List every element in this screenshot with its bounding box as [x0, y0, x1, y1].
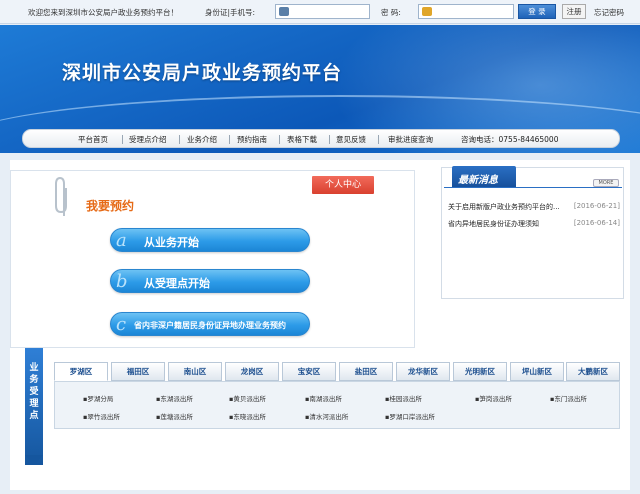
station-link[interactable]: ▪黄贝派出所: [229, 393, 266, 403]
letter-c-icon: c: [116, 314, 127, 335]
offsite-id-booking-button[interactable]: c 省内非深户籍居民身份证异地办理业务预约: [110, 312, 310, 336]
paperclip-icon: [55, 176, 67, 216]
district-tabs: 罗湖区 福田区 南山区 龙岗区 宝安区 盐田区 龙华新区 光明新区 坪山新区 大…: [54, 362, 620, 381]
letter-b-icon: b: [116, 271, 128, 292]
nav-divider: [229, 135, 230, 144]
site-title: 深圳市公安局户政业务预约平台: [62, 62, 343, 84]
start-by-business-button[interactable]: a 从业务开始: [110, 228, 310, 252]
nav-business[interactable]: 业务介绍: [187, 134, 217, 145]
station-link[interactable]: ▪清水河派出所: [305, 411, 348, 421]
news-item[interactable]: 省内异地居民身份证办理须知 [2016-06-14]: [448, 219, 622, 229]
id-input[interactable]: [275, 4, 370, 19]
news-item-text: 关于启用新版户政业务预约平台的...: [448, 203, 560, 211]
nav-divider: [179, 135, 180, 144]
station-link[interactable]: ▪莲塘派出所: [156, 411, 193, 421]
tab-dapeng[interactable]: 大鹏新区: [566, 362, 620, 381]
password-input[interactable]: [418, 4, 514, 19]
booking-title: 我要预约: [86, 199, 135, 213]
register-button[interactable]: 注册: [562, 4, 586, 19]
news-divider: [444, 187, 622, 188]
tab-yantian[interactable]: 盐田区: [339, 362, 393, 381]
nav-forms[interactable]: 表格下载: [287, 134, 317, 145]
nav-divider: [329, 135, 330, 144]
tab-luohu[interactable]: 罗湖区: [54, 362, 108, 381]
station-list: ▪罗湖分局 ▪东湖派出所 ▪黄贝派出所 ▪南湖派出所 ▪桂园派出所 ▪笋岗派出所…: [54, 381, 620, 429]
tab-pingshan[interactable]: 坪山新区: [510, 362, 564, 381]
nav-guide[interactable]: 预约指南: [237, 134, 267, 145]
news-title: 最新消息: [458, 175, 498, 186]
start-by-site-button[interactable]: b 从受理点开始: [110, 269, 310, 293]
offsite-id-booking-label: 省内非深户籍居民身份证异地办理业务预约: [134, 321, 286, 330]
user-icon: [279, 7, 289, 16]
nav-divider: [279, 135, 280, 144]
hotline: 咨询电话：0755-84465000: [461, 135, 559, 144]
id-label: 身份证|手机号:: [205, 8, 256, 17]
tab-longgang[interactable]: 龙岗区: [225, 362, 279, 381]
forgot-password-link[interactable]: 忘记密码: [594, 7, 624, 18]
main-nav: 平台首页 受理点介绍 业务介绍 预约指南 表格下载 意见反馈 审批进度查询 咨询…: [22, 129, 620, 148]
password-label: 密 码:: [381, 8, 401, 17]
station-link[interactable]: ▪罗湖分局: [83, 393, 113, 403]
nav-divider: [122, 135, 123, 144]
login-button[interactable]: 登 录: [518, 4, 556, 19]
ribbon-arrow: [25, 455, 43, 465]
news-item-text: 省内异地居民身份证办理须知: [448, 220, 539, 228]
welcome-text: 欢迎您来到深圳市公安局户政业务预约平台！: [28, 8, 178, 17]
news-tab: 最新消息: [452, 166, 516, 188]
station-link[interactable]: ▪东湖派出所: [156, 393, 193, 403]
nav-progress[interactable]: 审批进度查询: [388, 134, 433, 145]
start-by-site-label: 从受理点开始: [144, 277, 210, 290]
nav-divider: [378, 135, 379, 144]
station-link[interactable]: ▪罗湖口岸派出所: [385, 411, 435, 421]
station-link[interactable]: ▪南湖派出所: [305, 393, 342, 403]
news-item-date: [2016-06-21]: [573, 202, 620, 210]
nav-sites[interactable]: 受理点介绍: [129, 134, 167, 145]
nav-home[interactable]: 平台首页: [78, 134, 108, 145]
nav-feedback[interactable]: 意见反馈: [336, 134, 366, 145]
news-item[interactable]: 关于启用新版户政业务预约平台的... [2016-06-21]: [448, 202, 622, 212]
top-bar: 欢迎您来到深圳市公安局户政业务预约平台！ 身份证|手机号: 密 码: 登 录 注…: [0, 0, 640, 24]
station-link[interactable]: ▪东晓派出所: [229, 411, 266, 421]
start-by-business-label: 从业务开始: [144, 236, 199, 249]
station-link[interactable]: ▪翠竹派出所: [83, 411, 120, 421]
station-link[interactable]: ▪桂园派出所: [385, 393, 422, 403]
tab-futian[interactable]: 福田区: [111, 362, 165, 381]
letter-a-icon: a: [116, 230, 127, 251]
station-link[interactable]: ▪笋岗派出所: [475, 393, 512, 403]
more-button[interactable]: MORE: [593, 179, 619, 187]
tab-baoan[interactable]: 宝安区: [282, 362, 336, 381]
lock-icon: [422, 7, 432, 16]
tab-longhua[interactable]: 龙华新区: [396, 362, 450, 381]
station-link[interactable]: ▪东门派出所: [550, 393, 587, 403]
ribbon-label: 业务受理点: [29, 363, 39, 421]
tab-guangming[interactable]: 光明新区: [453, 362, 507, 381]
personal-center-tab[interactable]: 个人中心: [312, 176, 374, 194]
news-item-date: [2016-06-14]: [573, 219, 620, 227]
business-sites-ribbon: 业务受理点: [25, 348, 43, 465]
tab-nanshan[interactable]: 南山区: [168, 362, 222, 381]
